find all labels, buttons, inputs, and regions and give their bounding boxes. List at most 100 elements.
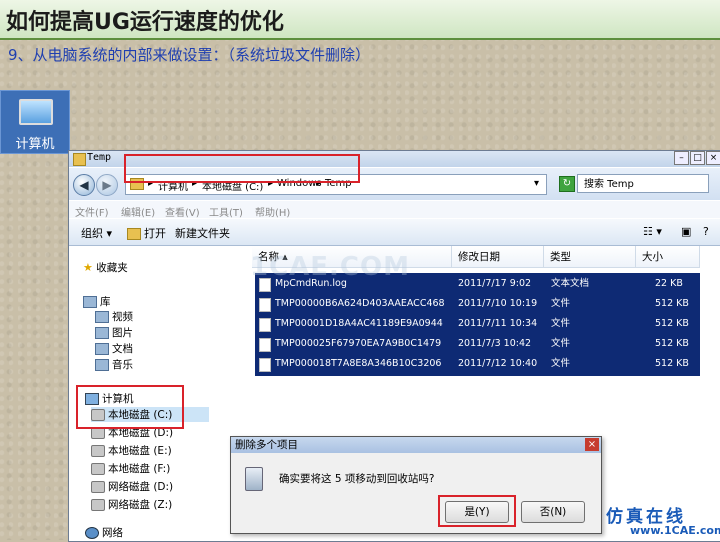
desktop-computer-label: 计算机 [15, 137, 55, 152]
file-size: 512 KB [655, 318, 689, 329]
site-logo: 仿真在线 www.1CAE.com [606, 502, 720, 537]
open-icon [127, 228, 141, 240]
file-size: 512 KB [655, 358, 689, 369]
network-icon [85, 527, 99, 539]
table-row[interactable]: TMP000018T7A8E8A346B10C3206 2011/7/12 10… [255, 354, 700, 374]
nav-lib-documents[interactable]: 文档 [95, 341, 133, 356]
nav-item-label: 本地磁盘 (F:) [108, 463, 171, 475]
desktop-computer-shortcut[interactable]: 计算机 [0, 90, 70, 154]
star-icon: ★ [83, 261, 93, 274]
disk-icon [91, 463, 105, 475]
watermark: 1CAE.COM [250, 252, 410, 282]
music-icon [95, 359, 109, 371]
file-date: 2011/7/3 10:42 [458, 338, 532, 349]
file-icon [259, 338, 271, 352]
nav-drive-f[interactable]: 本地磁盘 (F:) [91, 461, 170, 476]
nav-favorites-label: 收藏夹 [96, 262, 128, 274]
nav-network-label: 网络 [102, 527, 123, 539]
column-type[interactable]: 类型 [544, 246, 636, 268]
dialog-message: 确实要将这 5 项移动到回收站吗? [279, 473, 435, 485]
video-icon [95, 311, 109, 323]
open-label: 打开 [144, 227, 166, 240]
file-icon [259, 318, 271, 332]
nav-network[interactable]: 网络 [85, 525, 123, 540]
network-drive-icon [91, 499, 105, 511]
open-button[interactable]: 打开 [127, 225, 166, 241]
file-icon [259, 298, 271, 312]
menu-file[interactable]: 文件(F) [75, 204, 109, 219]
file-date: 2011/7/17 9:02 [458, 278, 532, 289]
file-name: TMP00000B6A624D403AAEACC468 [275, 298, 445, 309]
nav-favorites[interactable]: ★ 收藏夹 [83, 260, 128, 275]
slide-title: 如何提高UG运行速度的优化 [6, 10, 284, 35]
menu-edit[interactable]: 编辑(E) [121, 204, 155, 219]
menu-view[interactable]: 查看(V) [165, 204, 200, 219]
slide-header: 如何提高UG运行速度的优化 [0, 0, 720, 40]
back-button[interactable]: ◀ [73, 174, 95, 196]
nav-libraries[interactable]: 库 [83, 294, 111, 309]
address-highlight-box [124, 154, 360, 183]
slide-subtitle: 9、从电脑系统的内部来做设置：（系统垃圾文件删除） [8, 46, 371, 64]
file-type: 文件 [551, 318, 571, 329]
selected-files: MpCmdRun.log 2011/7/17 9:02 文本文档 22 KB T… [255, 273, 700, 376]
file-name: TMP000025F67970EA7A9B0C1479 [275, 338, 442, 349]
file-size: 512 KB [655, 338, 689, 349]
nav-item-label: 文档 [112, 343, 133, 355]
library-icon [83, 296, 97, 308]
file-name: TMP00001D18A4AC41189E9A0944 [275, 318, 443, 329]
view-options-icon[interactable]: ☷ ▾ [643, 225, 662, 238]
nav-lib-pictures[interactable]: 图片 [95, 325, 133, 340]
computer-highlight-box [76, 385, 184, 429]
organize-button[interactable]: 组织 ▾ [81, 225, 112, 241]
file-size: 512 KB [655, 298, 689, 309]
table-row[interactable]: TMP00001D18A4AC41189E9A0944 2011/7/11 10… [255, 314, 700, 334]
file-icon [259, 358, 271, 372]
file-type: 文件 [551, 298, 571, 309]
nav-network-drive-d[interactable]: 网络磁盘 (D:) [91, 479, 173, 494]
nav-network-drive-z[interactable]: 网络磁盘 (Z:) [91, 497, 172, 512]
minimize-button[interactable]: – [674, 151, 689, 165]
file-date: 2011/7/12 10:40 [458, 358, 538, 369]
address-dropdown-icon[interactable]: ▾ [534, 178, 539, 189]
column-size[interactable]: 大小 [636, 246, 700, 268]
nav-lib-music[interactable]: 音乐 [95, 357, 133, 372]
table-row[interactable]: TMP00000B6A624D403AAEACC468 2011/7/10 10… [255, 294, 700, 314]
menu-help[interactable]: 帮助(H) [255, 204, 290, 219]
file-date: 2011/7/11 10:34 [458, 318, 538, 329]
help-icon[interactable]: ? [703, 225, 709, 238]
refresh-button[interactable]: ↻ [559, 176, 575, 192]
file-date: 2011/7/10 10:19 [458, 298, 538, 309]
yes-highlight-box [438, 495, 516, 527]
close-button[interactable]: × [706, 151, 720, 165]
document-icon [95, 343, 109, 355]
table-row[interactable]: TMP000025F67970EA7A9B0C1479 2011/7/3 10:… [255, 334, 700, 354]
nav-item-label: 本地磁盘 (E:) [108, 445, 172, 457]
nav-item-label: 网络磁盘 (Z:) [108, 499, 173, 511]
nav-item-label: 音乐 [112, 359, 133, 371]
menu-tools[interactable]: 工具(T) [209, 204, 243, 219]
nav-item-label: 网络磁盘 (D:) [108, 481, 174, 493]
new-folder-button[interactable]: 新建文件夹 [175, 225, 230, 241]
dialog-title: 删除多个项目 [231, 437, 601, 453]
disk-icon [91, 445, 105, 457]
recycle-bin-icon [245, 467, 263, 491]
dialog-close-button[interactable]: × [585, 438, 599, 451]
forward-button[interactable]: ▶ [96, 174, 118, 196]
column-date[interactable]: 修改日期 [452, 246, 544, 268]
preview-pane-icon[interactable]: ▣ [681, 225, 691, 238]
no-button[interactable]: 否(N) [521, 501, 585, 523]
file-type: 文本文档 [551, 278, 590, 289]
file-type: 文件 [551, 338, 571, 349]
nav-drive-e[interactable]: 本地磁盘 (E:) [91, 443, 172, 458]
nav-libraries-label: 库 [100, 296, 111, 308]
maximize-button[interactable]: □ [690, 151, 705, 165]
folder-icon [73, 153, 86, 166]
nav-item-label: 视频 [112, 311, 133, 323]
nav-lib-videos[interactable]: 视频 [95, 309, 133, 324]
picture-icon [95, 327, 109, 339]
file-name: TMP000018T7A8E8A346B10C3206 [275, 358, 442, 369]
menu-bar: 文件(F) 编辑(E) 查看(V) 工具(T) 帮助(H) [69, 201, 720, 219]
search-input[interactable]: 搜索 Temp [577, 174, 709, 193]
logo-url: www.1CAE.com [630, 524, 720, 537]
nav-item-label: 图片 [112, 327, 133, 339]
